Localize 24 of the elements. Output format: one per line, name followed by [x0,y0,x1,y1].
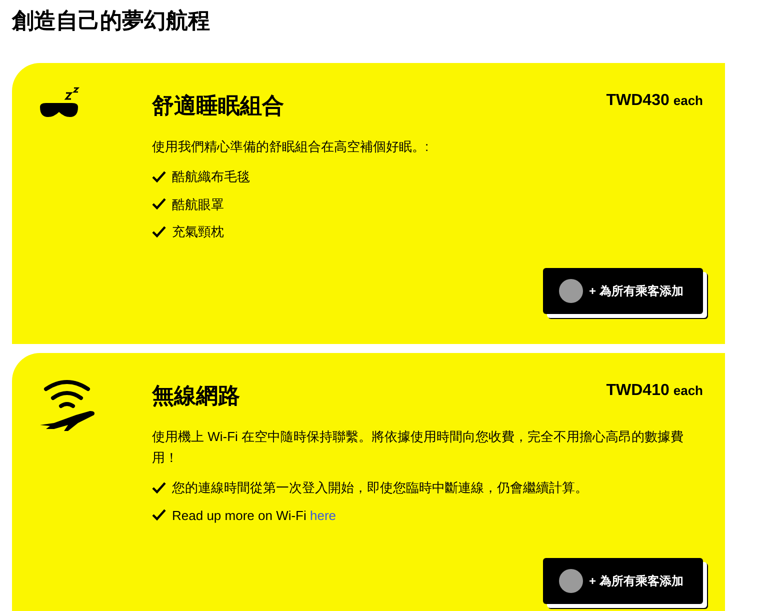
price-unit: each [673,92,703,110]
check-icon [152,198,166,210]
card-title: 無線網路 [152,382,240,410]
avatar-icon [559,569,583,593]
avatar-icon [559,279,583,303]
feature-text: 充氣頸枕 [172,223,224,241]
check-icon [152,170,166,183]
card-description: 使用機上 Wi-Fi 在空中隨時保持聯繫。將依據使用時間向您收費，完全不用擔心高昂的數據費用！ [152,428,685,467]
page-heading: 創造自己的夢幻航程 [10,7,211,35]
card-title: 舒適睡眠組合 [152,92,284,120]
check-icon [152,509,166,522]
feature-text: 酷航眼罩 [172,196,224,214]
check-icon [152,482,166,494]
price: TWD410 [606,381,670,401]
feature-text: 您的連線時間從第一次登入開始，即使您臨時中斷連線，仍會繼續計算。 [172,479,588,497]
feature-text: 酷航織布毛毯 [172,168,250,186]
add-all-passengers-button[interactable]: + 為所有乘客添加 [543,268,703,314]
card-description: 使用我們精心準備的舒眠組合在高空補個好眠。: [152,138,430,156]
check-icon [152,226,166,238]
price-unit: each [673,382,703,400]
feature-text: Read up more on Wi-Fi [172,506,308,525]
here-link[interactable]: here [310,506,336,525]
price: TWD430 [606,91,670,111]
add-all-passengers-button[interactable]: + 為所有乘客添加 [543,558,703,604]
